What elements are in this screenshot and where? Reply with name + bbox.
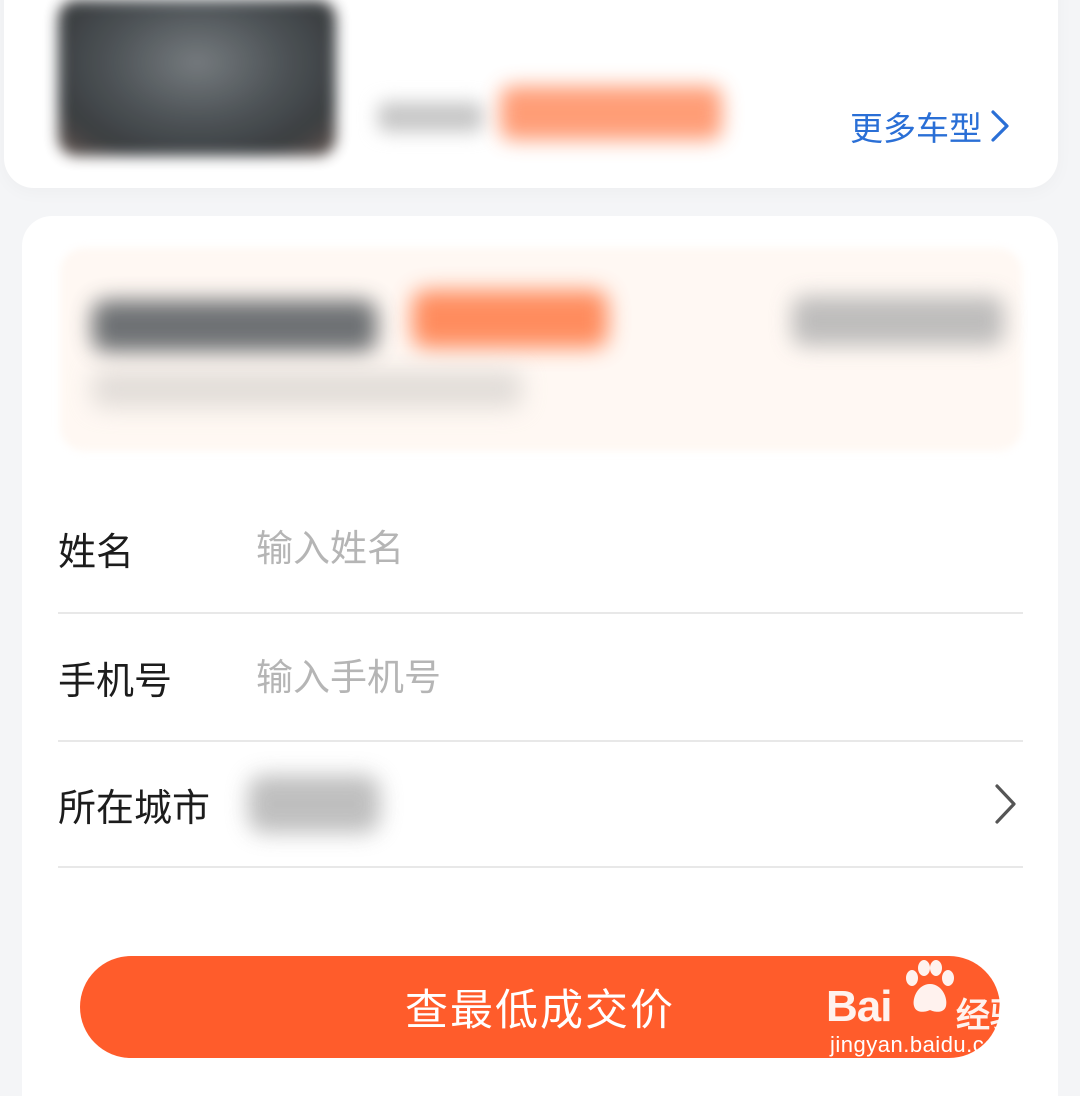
name-input[interactable] — [256, 526, 1023, 570]
city-label: 所在城市 — [58, 785, 211, 830]
phone-label: 手机号 — [58, 658, 173, 703]
phone-input[interactable] — [256, 655, 1023, 699]
more-models-link[interactable]: 更多车型 — [850, 104, 1010, 148]
blurred-address — [92, 370, 522, 408]
blurred-discount — [412, 290, 608, 348]
blurred-city-value — [248, 775, 380, 833]
get-lowest-price-button[interactable]: 查最低成交价 — [80, 956, 1000, 1058]
blurred-price-text — [500, 86, 722, 140]
car-image[interactable] — [58, 0, 336, 156]
blurred-distance — [792, 296, 1004, 346]
name-label: 姓名 — [58, 529, 135, 574]
city-row[interactable]: 所在城市 — [58, 742, 1023, 868]
chevron-right-icon — [995, 784, 1016, 824]
blurred-dealer-name — [92, 300, 377, 352]
phone-row: 手机号 — [58, 614, 1023, 742]
more-models-label: 更多车型 — [850, 109, 982, 148]
name-row: 姓名 — [58, 484, 1023, 614]
blurred-model-text — [378, 102, 483, 132]
chevron-right-icon — [991, 110, 1009, 142]
